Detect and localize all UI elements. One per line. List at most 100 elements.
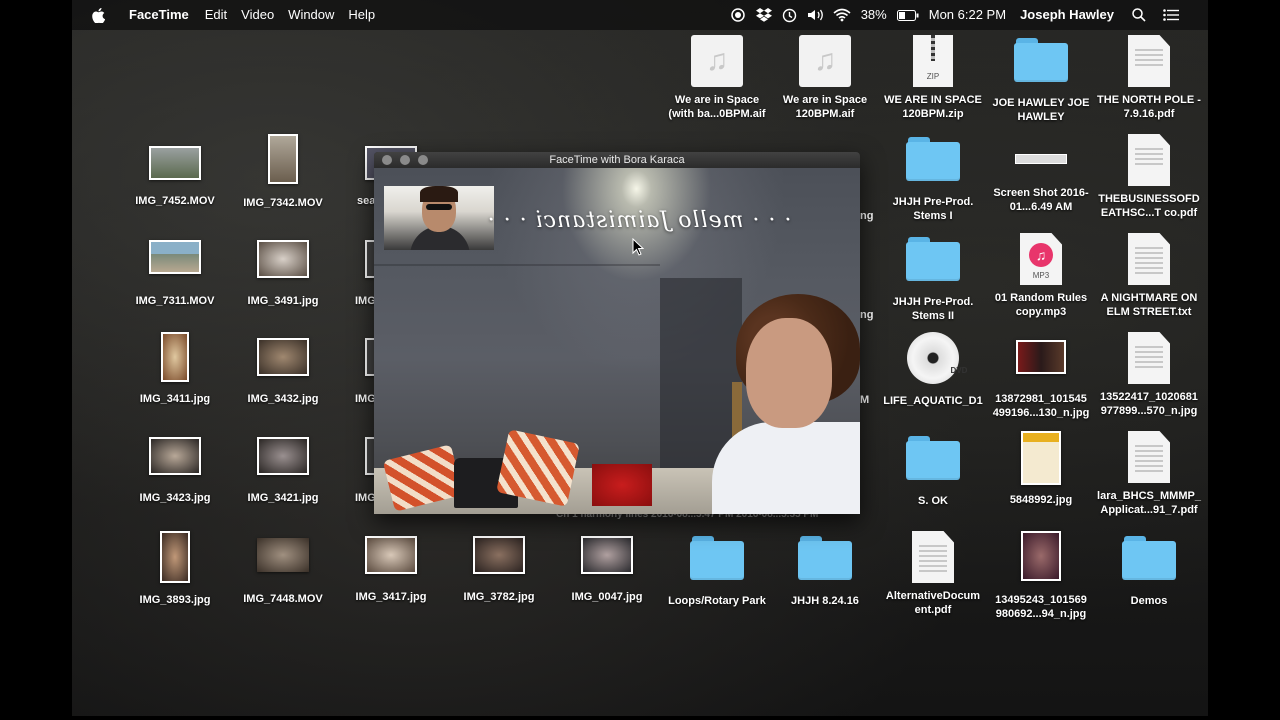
desktop-file-13495243[interactable]: 13495243_101569 980692...94_n.jpg [987, 531, 1095, 621]
desktop-file-img3782[interactable]: IMG_3782.jpg [445, 536, 553, 604]
desktop-file-zip[interactable]: ZIP WE ARE IN SPACE 120BPM.zip [879, 35, 987, 121]
zoom-window-button[interactable] [418, 155, 428, 165]
desktop-folder-s-ok[interactable]: S. OK [879, 436, 987, 508]
menu-edit[interactable]: Edit [198, 0, 234, 30]
desktop-file-img3432[interactable]: IMG_3432.jpg [229, 338, 337, 406]
desktop-file-img3893[interactable]: IMG_3893.jpg [121, 531, 229, 607]
desktop-folder-stems-2[interactable]: JHJH Pre-Prod. Stems II [879, 237, 987, 323]
menu-user[interactable]: Joseph Hawley [1012, 0, 1126, 30]
dropbox-icon[interactable] [755, 6, 773, 24]
file-label: 13872981_101545 499196...130_n.jpg [992, 393, 1090, 419]
desktop-file-5848992[interactable]: 5848992.jpg [987, 431, 1095, 507]
folder-icon [1014, 38, 1068, 82]
file-label: IMG_0047.jpg [571, 591, 643, 603]
menu-video[interactable]: Video [234, 0, 281, 30]
file-label: THE NORTH POLE - 7.9.16.pdf [1097, 94, 1201, 120]
wifi-icon[interactable] [833, 6, 851, 24]
minimize-window-button[interactable] [400, 155, 410, 165]
desktop-file-lara-bhcs[interactable]: lara_BHCS_MMMP_ Applicat...91_7.pdf [1095, 431, 1203, 517]
desktop-file-business-of-death[interactable]: THEBUSINESSOFD EATHSC...T co.pdf [1095, 134, 1203, 220]
desktop-folder-loops[interactable]: Loops/Rotary Park [663, 536, 771, 608]
desktop-file-img3423[interactable]: IMG_3423.jpg [121, 437, 229, 505]
desktop-file-img3491[interactable]: IMG_3491.jpg [229, 240, 337, 308]
folder-icon [1122, 536, 1176, 580]
battery-icon[interactable] [896, 6, 919, 24]
folder-icon [906, 436, 960, 480]
file-label: Screen Shot 2016-01...6.49 AM [993, 187, 1089, 213]
image-thumbnail-icon [581, 536, 633, 574]
dvd-disc-icon: DVD [907, 332, 967, 384]
menu-app-name[interactable]: FaceTime [121, 0, 198, 30]
file-label: JHJH Pre-Prod. Stems I [892, 196, 974, 222]
battery-percent: 38% [860, 7, 887, 22]
facetime-remote-video: · · · mello Jaimistanci · · · [374, 168, 860, 514]
file-label: IMG_3491.jpg [247, 295, 319, 307]
document-icon [1128, 233, 1170, 285]
document-icon [1128, 431, 1170, 483]
desktop-file-img3421[interactable]: IMG_3421.jpg [229, 437, 337, 505]
desktop-file-north-pole[interactable]: THE NORTH POLE - 7.9.16.pdf [1095, 35, 1203, 121]
desktop-folder-demos[interactable]: Demos [1095, 536, 1203, 608]
apple-icon[interactable] [91, 7, 105, 23]
menu-clock[interactable]: Mon 6:22 PM [923, 0, 1012, 30]
facetime-self-view[interactable] [384, 186, 494, 250]
desktop-file-mp3[interactable]: ♫ MP3 01 Random Rules copy.mp3 [987, 233, 1095, 319]
file-label: AlternativeDocum ent.pdf [885, 590, 981, 616]
desktop-folder-jhjh-8-24[interactable]: JHJH 8.24.16 [771, 536, 879, 608]
image-thumbnail-icon [149, 437, 201, 475]
file-label: IMG_3782.jpg [463, 591, 535, 603]
record-icon[interactable] [729, 6, 747, 24]
file-label: Loops/Rotary Park [668, 595, 766, 607]
notification-center-icon[interactable] [1162, 6, 1180, 24]
desktop-folder-joe-hawley[interactable]: JOE HAWLEY JOE HAWLEY [987, 38, 1095, 124]
partial-label: M [860, 394, 870, 406]
desktop-file-13522417[interactable]: 13522417_1020681 977899...570_n.jpg [1095, 332, 1203, 418]
desktop-file-img7311[interactable]: IMG_7311.MOV [121, 240, 229, 308]
file-label: We are in Space (with ba...0BPM.aif [668, 94, 766, 120]
desktop-file-img7342[interactable]: IMG_7342.MOV [229, 134, 337, 210]
file-label: S. OK [918, 495, 948, 507]
file-label: We are in Space 120BPM.aif [782, 94, 868, 120]
menu-window[interactable]: Window [281, 0, 341, 30]
menu-bar: FaceTime Edit Video Window Help 38% Mon … [72, 0, 1208, 30]
file-label: IMG_7452.MOV [135, 195, 215, 207]
desktop-file-img3417[interactable]: IMG_3417.jpg [337, 536, 445, 604]
facetime-window[interactable]: FaceTime with Bora Karaca · · · mello Ja… [374, 152, 860, 514]
desktop-file-aif-2[interactable]: ♫ We are in Space 120BPM.aif [771, 35, 879, 121]
spotlight-search-icon[interactable] [1130, 6, 1148, 24]
desktop-screen: FaceTime Edit Video Window Help 38% Mon … [72, 0, 1208, 716]
desktop-folder-stems-1[interactable]: JHJH Pre-Prod. Stems I [879, 137, 987, 223]
desktop-file-img0047[interactable]: IMG_0047.jpg [553, 536, 661, 604]
file-label: IMG_3893.jpg [139, 594, 211, 606]
time-machine-icon[interactable] [781, 6, 799, 24]
file-label: IMG_3432.jpg [247, 393, 319, 405]
file-label: A NIGHTMARE ON ELM STREET.txt [1100, 292, 1198, 318]
video-thumbnail-icon [257, 538, 309, 572]
file-label: THEBUSINESSOFD EATHSC...T co.pdf [1098, 193, 1200, 219]
document-icon [1128, 35, 1170, 87]
desktop-file-aif-1[interactable]: ♫ We are in Space (with ba...0BPM.aif [663, 35, 771, 121]
music-file-icon: ♫ [691, 35, 743, 87]
video-thumbnail-icon [268, 134, 298, 184]
video-thumbnail-icon [149, 240, 201, 274]
desktop-file-img3411[interactable]: IMG_3411.jpg [121, 332, 229, 406]
file-label: LIFE_AQUATIC_D1 [883, 395, 983, 407]
screenshot-thumbnail-icon [1015, 154, 1067, 164]
file-label: WE ARE IN SPACE 120BPM.zip [884, 94, 982, 120]
image-thumbnail-icon [257, 338, 309, 376]
close-window-button[interactable] [382, 155, 392, 165]
volume-icon[interactable] [807, 6, 825, 24]
facetime-title-bar[interactable]: FaceTime with Bora Karaca [374, 152, 860, 168]
desktop-file-nightmare[interactable]: A NIGHTMARE ON ELM STREET.txt [1095, 233, 1203, 319]
image-thumbnail-icon [1021, 531, 1061, 581]
video-thumbnail-icon [149, 146, 201, 180]
desktop-dvd-life-aquatic[interactable]: DVD LIFE_AQUATIC_D1 [879, 332, 987, 408]
image-thumbnail-icon [161, 332, 189, 382]
desktop-file-screenshot[interactable]: Screen Shot 2016-01...6.49 AM [987, 134, 1095, 214]
image-thumbnail-icon [365, 536, 417, 574]
desktop-file-img7452[interactable]: IMG_7452.MOV [121, 140, 229, 208]
desktop-file-alternative-document[interactable]: AlternativeDocum ent.pdf [879, 531, 987, 617]
desktop-file-img7448[interactable]: IMG_7448.MOV [229, 538, 337, 606]
menu-help[interactable]: Help [341, 0, 382, 30]
desktop-file-13872981[interactable]: 13872981_101545 499196...130_n.jpg [987, 340, 1095, 420]
